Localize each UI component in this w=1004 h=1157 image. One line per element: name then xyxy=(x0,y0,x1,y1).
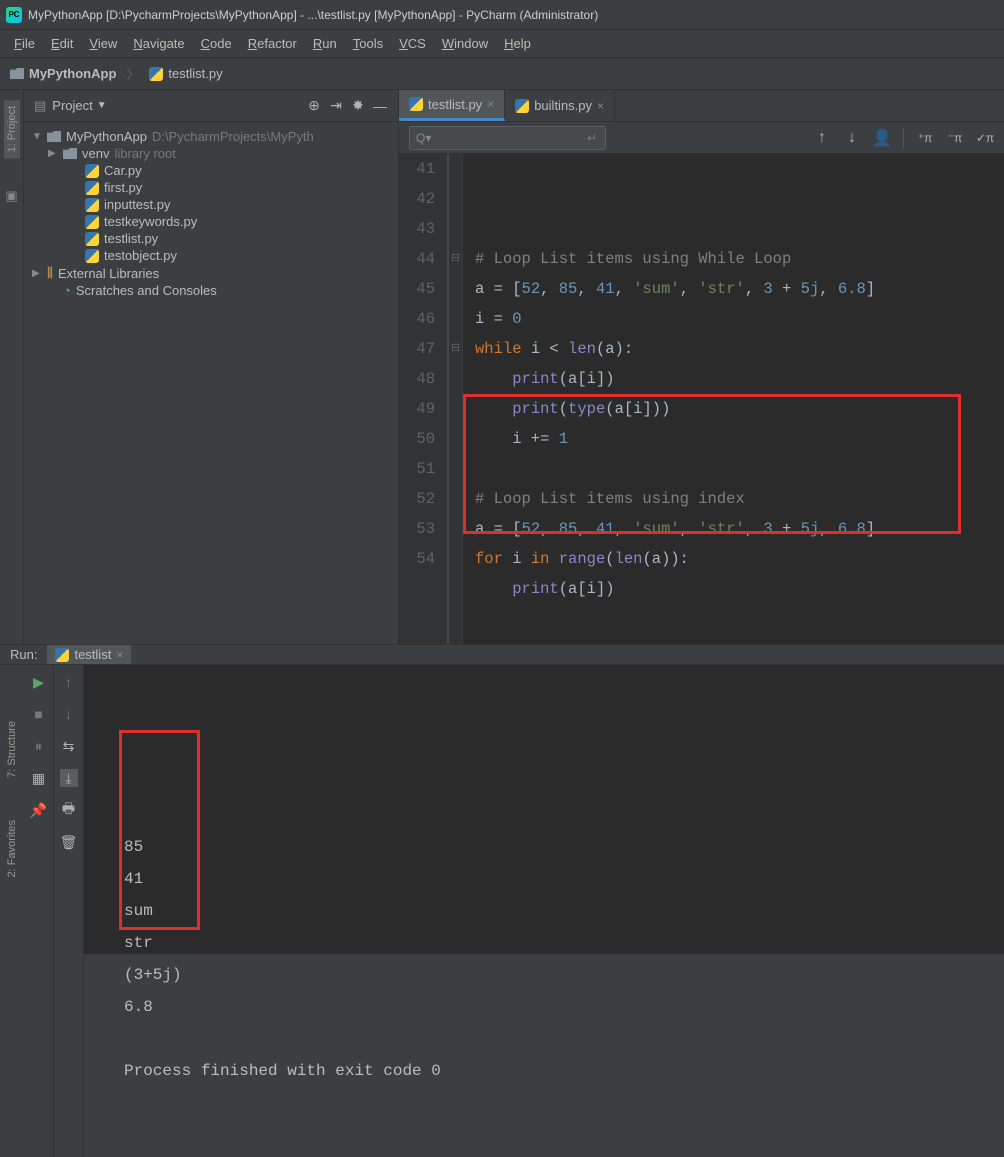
python-icon xyxy=(149,67,163,81)
person-icon[interactable]: 👤 xyxy=(873,129,891,147)
tree-item[interactable]: ▶⫼External Libraries xyxy=(28,264,394,282)
folder-icon xyxy=(47,131,61,142)
trash-icon[interactable]: 🗑 xyxy=(60,833,78,851)
square-icon[interactable]: ▣ xyxy=(5,188,17,204)
menu-refactor[interactable]: Refactor xyxy=(242,34,303,53)
breadcrumb-file[interactable]: testlist.py xyxy=(149,66,222,81)
breadcrumb-file-label: testlist.py xyxy=(168,66,222,81)
code-content[interactable]: # Loop List items using While Loopa = [5… xyxy=(463,154,887,644)
run-header: Run: testlist × xyxy=(0,645,1004,665)
menu-code[interactable]: Code xyxy=(195,34,238,53)
down-arrow-icon[interactable]: ↓ xyxy=(843,129,861,147)
run-left-gutter: 7: Structure 2: Favorites xyxy=(0,665,24,1157)
run-toolbar-1: ▶ ■ ⏸ ▦ 📌 xyxy=(24,665,54,1157)
menu-window[interactable]: Window xyxy=(436,34,494,53)
tree-item[interactable]: testkeywords.py xyxy=(28,213,394,230)
check-pi-icon[interactable]: ✓π xyxy=(976,129,994,147)
layout-icon[interactable]: ▦ xyxy=(30,769,48,787)
run-tab[interactable]: testlist × xyxy=(47,645,131,664)
project-view-icon: ▤ xyxy=(34,98,46,114)
collapse-icon[interactable]: ⇥ xyxy=(328,98,344,114)
project-sidebar: ▤ Project ▼ ⊕ ⇥ ✸ — ▼MyPythonApp D:\Pych… xyxy=(24,90,399,644)
close-icon[interactable]: × xyxy=(487,97,494,111)
console-output[interactable]: 8541sumstr(3+5j)6.8 Process finished wit… xyxy=(84,665,1004,1157)
locate-icon[interactable]: ⊕ xyxy=(306,98,322,114)
sidebar-title[interactable]: Project ▼ xyxy=(52,98,106,113)
run-title: Run: xyxy=(10,647,37,662)
editor-area: testlist.py×builtins.py× Q▾ ↑ ↓ 👤 ⁺π ⁻π … xyxy=(399,90,1004,644)
python-icon xyxy=(409,97,423,111)
python-icon xyxy=(85,215,99,229)
python-icon xyxy=(515,99,529,113)
menu-tools[interactable]: Tools xyxy=(347,34,389,53)
scratch-icon: ◔ xyxy=(63,283,71,298)
tree-item[interactable]: inputtest.py xyxy=(28,196,394,213)
plus-pi-icon[interactable]: ⁺π xyxy=(916,129,934,147)
sidebar-header: ▤ Project ▼ ⊕ ⇥ ✸ — xyxy=(24,90,398,122)
tree-item[interactable]: ▶venv library root xyxy=(28,145,394,162)
soft-wrap-icon[interactable]: ⇆ xyxy=(60,737,78,755)
folder-icon xyxy=(63,148,77,159)
editor-toolbar: Q▾ ↑ ↓ 👤 ⁺π ⁻π ✓π xyxy=(399,122,1004,154)
stop-icon[interactable]: ■ xyxy=(30,705,48,723)
titlebar: PC MyPythonApp [D:\PycharmProjects\MyPyt… xyxy=(0,0,1004,30)
scroll-end-icon[interactable]: ⤓ xyxy=(60,769,78,787)
code-editor[interactable]: 4142434445464748495051525354 ⊟⊟ # Loop L… xyxy=(399,154,1004,644)
menu-view[interactable]: View xyxy=(83,34,123,53)
breadcrumb-project-label: MyPythonApp xyxy=(29,66,116,81)
run-panel: Run: testlist × 7: Structure 2: Favorite… xyxy=(0,644,1004,954)
menu-navigate[interactable]: Navigate xyxy=(127,34,190,53)
settings-icon[interactable]: ✸ xyxy=(350,98,366,114)
run-toolbar-2: ↑ ↓ ⇆ ⤓ 🖶 🗑 xyxy=(54,665,84,1157)
tree-item[interactable]: Car.py xyxy=(28,162,394,179)
python-icon xyxy=(85,164,99,178)
python-icon xyxy=(85,198,99,212)
tree-item[interactable]: testlist.py xyxy=(28,230,394,247)
tab-testlist-py[interactable]: testlist.py× xyxy=(399,90,505,121)
minus-pi-icon[interactable]: ⁻π xyxy=(946,129,964,147)
menubar: FileEditViewNavigate CodeRefactorRunTools… xyxy=(0,30,1004,58)
tree-item[interactable]: ◔Scratches and Consoles xyxy=(28,282,394,299)
app-icon: PC xyxy=(6,7,22,23)
tab-builtins-py[interactable]: builtins.py× xyxy=(505,90,615,121)
project-tree[interactable]: ▼MyPythonApp D:\PycharmProjects\MyPyth▶v… xyxy=(24,122,398,305)
menu-help[interactable]: Help xyxy=(498,34,537,53)
up-arrow-icon[interactable]: ↑ xyxy=(813,129,831,147)
tree-item[interactable]: testobject.py xyxy=(28,247,394,264)
python-icon xyxy=(85,181,99,195)
tree-item[interactable]: ▼MyPythonApp D:\PycharmProjects\MyPyth xyxy=(28,128,394,145)
breadcrumb: MyPythonApp 〉 testlist.py xyxy=(0,58,1004,90)
breadcrumb-separator: 〉 xyxy=(126,64,139,83)
close-icon[interactable]: × xyxy=(597,99,604,113)
library-icon: ⫼ xyxy=(47,265,53,281)
tool-window-structure[interactable]: 7: Structure xyxy=(4,715,20,784)
rerun-icon[interactable]: ▶ xyxy=(30,673,48,691)
menu-vcs[interactable]: VCS xyxy=(393,34,432,53)
window-title: MyPythonApp [D:\PycharmProjects\MyPython… xyxy=(28,8,598,22)
run-tab-label: testlist xyxy=(74,647,111,662)
tool-window-project[interactable]: 1: Project xyxy=(4,100,20,158)
tree-item[interactable]: first.py xyxy=(28,179,394,196)
close-icon[interactable]: × xyxy=(116,648,123,662)
menu-run[interactable]: Run xyxy=(307,34,343,53)
down-icon[interactable]: ↓ xyxy=(60,705,78,723)
print-icon[interactable]: 🖶 xyxy=(60,801,78,819)
left-gutter: 1: Project ▣ xyxy=(0,90,24,644)
hide-icon[interactable]: — xyxy=(372,98,388,114)
folder-icon xyxy=(10,68,24,79)
menu-file[interactable]: File xyxy=(8,34,41,53)
line-numbers: 4142434445464748495051525354 xyxy=(399,154,449,644)
tool-window-favorites[interactable]: 2: Favorites xyxy=(4,814,20,883)
python-icon xyxy=(85,249,99,263)
menu-edit[interactable]: Edit xyxy=(45,34,79,53)
python-icon xyxy=(85,232,99,246)
up-icon[interactable]: ↑ xyxy=(60,673,78,691)
pin-icon[interactable]: 📌 xyxy=(30,801,48,819)
breadcrumb-project[interactable]: MyPythonApp xyxy=(10,66,116,81)
fold-column[interactable]: ⊟⊟ xyxy=(449,154,463,644)
editor-tabs: testlist.py×builtins.py× xyxy=(399,90,1004,122)
pause-icon[interactable]: ⏸ xyxy=(30,737,48,755)
python-icon xyxy=(55,648,69,662)
search-input[interactable]: Q▾ xyxy=(409,126,606,150)
